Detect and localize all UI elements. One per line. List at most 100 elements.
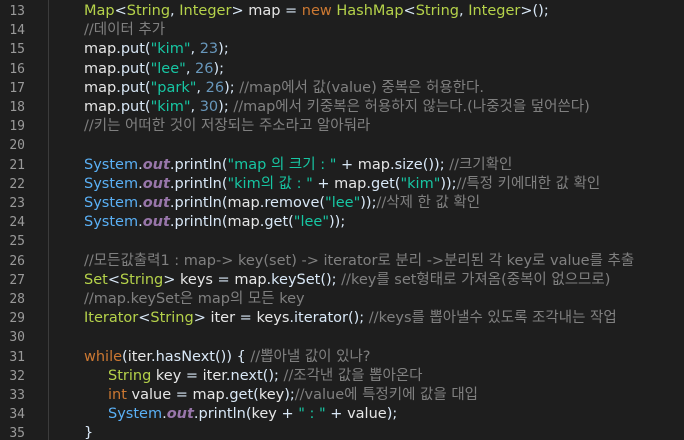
code-token: ()); bbox=[422, 156, 450, 173]
code-line[interactable]: 34 System.out.println(key + " : " + value… bbox=[0, 405, 684, 424]
line-number: 19 bbox=[9, 119, 25, 135]
code-token: < bbox=[138, 310, 151, 327]
code-line[interactable]: 32 String key = iter.next(); //조각낸 값을 뽑아온… bbox=[0, 367, 684, 386]
code-line[interactable]: 18 map.put("kim", 30); //map에서 키중복은 허용하지 … bbox=[0, 98, 684, 117]
code-line[interactable]: 29 Iterator<String> iter = keys.iterator(… bbox=[0, 309, 684, 328]
code-token: println bbox=[174, 214, 222, 231]
code-token: Iterator bbox=[84, 310, 139, 327]
code-text[interactable]: Set<String> keys = map.keySet(); //key를 … bbox=[84, 271, 610, 290]
code-token: next bbox=[230, 367, 263, 384]
code-text[interactable]: map.put("kim", 30); //map에서 키중복은 허용하지 않는… bbox=[84, 98, 590, 117]
code-token: System bbox=[108, 406, 163, 423]
code-token: put bbox=[120, 41, 145, 58]
code-line[interactable]: 25 bbox=[0, 232, 684, 251]
code-line[interactable]: 22 System.out.println("kim의 값 : " + map.g… bbox=[0, 175, 684, 194]
code-token: , bbox=[458, 3, 469, 19]
code-token: println bbox=[174, 175, 222, 192]
code-line[interactable]: 23 System.out.println(map.remove("lee"));… bbox=[0, 194, 684, 213]
code-text[interactable]: while(iter.hasNext()) { //뽑아낼 값이 있나? bbox=[84, 348, 371, 367]
code-token: 26 bbox=[195, 60, 214, 77]
code-token: "lee" bbox=[150, 60, 186, 77]
code-token: map bbox=[84, 41, 117, 58]
code-line[interactable]: 30 bbox=[0, 328, 684, 347]
code-line[interactable]: 33 int value = map.get(key);//value에 특정키에… bbox=[0, 386, 684, 405]
code-token: //key를 set형태로 가져옴(중복이 없으므로) bbox=[341, 271, 611, 288]
code-token: System bbox=[84, 195, 139, 211]
code-token: //조각낸 값을 뽑아온다 bbox=[283, 367, 423, 384]
line-number: 33 bbox=[9, 388, 25, 403]
code-editor[interactable]: 13 Map<String, Integer> map = new HashMap… bbox=[0, 0, 684, 440]
code-line[interactable]: 14 //데이터 추가 bbox=[0, 21, 684, 40]
code-token: , bbox=[170, 3, 180, 19]
code-text[interactable]: //데이터 추가 bbox=[84, 21, 165, 40]
code-line[interactable]: 17 map.put("park", 26); //map에서 값(value) … bbox=[0, 79, 684, 98]
line-number: 34 bbox=[9, 407, 25, 423]
code-token: 26 bbox=[205, 79, 225, 96]
code-line[interactable]: 24 System.out.println(map.get("lee")); bbox=[0, 213, 684, 232]
code-line[interactable]: 35} bbox=[0, 424, 684, 440]
line-number: 35 bbox=[9, 426, 25, 440]
code-token: ); bbox=[218, 99, 234, 115]
code-token: String bbox=[126, 3, 171, 19]
code-line[interactable]: 28 //map.keySet은 map의 모든 key bbox=[0, 290, 684, 309]
code-token: size bbox=[394, 156, 423, 173]
code-token: out bbox=[142, 195, 170, 211]
line-number: 15 bbox=[9, 42, 25, 58]
code-token: , bbox=[196, 79, 206, 96]
code-text[interactable]: Iterator<String> iter = keys.iterator();… bbox=[84, 309, 617, 328]
code-line[interactable]: 15 map.put("kim", 23); bbox=[0, 40, 684, 59]
code-text[interactable]: System.out.println(key + " : " + value); bbox=[108, 405, 397, 424]
line-number: 20 bbox=[9, 138, 25, 154]
code-text[interactable]: //map.keySet은 map의 모든 key bbox=[84, 290, 305, 309]
line-number: 21 bbox=[9, 157, 25, 173]
line-number: 22 bbox=[9, 176, 25, 192]
code-token: String bbox=[150, 310, 194, 327]
code-text[interactable]: map.put("kim", 23); bbox=[84, 40, 229, 59]
code-token: out bbox=[166, 406, 194, 423]
code-line[interactable]: 20 bbox=[0, 136, 684, 155]
code-token: = bbox=[181, 367, 203, 384]
code-token: System bbox=[84, 156, 139, 173]
code-line[interactable]: 13 Map<String, Integer> map = new HashMap… bbox=[0, 2, 684, 21]
code-token: map bbox=[227, 214, 260, 231]
code-token: "park" bbox=[150, 79, 197, 96]
code-token: Set bbox=[84, 271, 108, 288]
line-number: 26 bbox=[9, 253, 25, 269]
code-text[interactable]: Map<String, Integer> map = new HashMap<S… bbox=[84, 2, 549, 21]
code-token: iter bbox=[127, 348, 151, 365]
code-token: = bbox=[171, 387, 193, 403]
code-line[interactable]: 31 while(iter.hasNext()) { //뽑아낼 값이 있나? bbox=[0, 348, 684, 367]
code-token: put bbox=[120, 79, 145, 96]
code-text[interactable]: int value = map.get(key);//value에 특정키에 값… bbox=[108, 386, 478, 405]
code-line[interactable]: 21 System.out.println("map 의 크기 : " + map… bbox=[0, 156, 684, 175]
code-line[interactable]: 16 map.put("lee", 26); bbox=[0, 60, 684, 79]
line-number: 24 bbox=[9, 215, 25, 231]
code-text[interactable]: //모든값출력1 : map-> key(set) -> iterator로 분… bbox=[84, 252, 634, 271]
code-token: //크기확인 bbox=[449, 156, 513, 173]
code-token: "map 의 크기 : " bbox=[227, 156, 337, 173]
code-token: remove bbox=[264, 195, 320, 211]
code-line[interactable]: 27 Set<String> keys = map.keySet(); //key… bbox=[0, 271, 684, 290]
code-text[interactable]: map.put("park", 26); //map에서 값(value) 중복… bbox=[84, 79, 484, 98]
code-token: //value에 특정키에 값을 대입 bbox=[294, 387, 479, 403]
code-token: map bbox=[357, 156, 390, 173]
code-text[interactable]: String key = iter.next(); //조각낸 값을 뽑아온다 bbox=[108, 367, 423, 386]
code-text[interactable]: System.out.println(map.remove("lee"));//… bbox=[84, 194, 480, 213]
code-text[interactable]: System.out.println(map.get("lee")); bbox=[84, 213, 345, 232]
code-line[interactable]: 26 //모든값출력1 : map-> key(set) -> iterator로… bbox=[0, 252, 684, 271]
code-token: , bbox=[190, 41, 200, 58]
code-token: HashMap bbox=[336, 3, 404, 19]
code-text[interactable]: map.put("lee", 26); bbox=[84, 60, 224, 79]
line-number: 18 bbox=[9, 100, 25, 115]
code-token: hasNext bbox=[155, 348, 215, 365]
code-token: out bbox=[142, 156, 170, 173]
code-token: key bbox=[258, 387, 285, 403]
code-text[interactable]: System.out.println("map 의 크기 : " + map.s… bbox=[84, 156, 512, 175]
line-number: 28 bbox=[9, 292, 25, 307]
code-line[interactable]: 19 //키는 어떠한 것이 저장되는 주소라고 알아둬라 bbox=[0, 117, 684, 136]
code-text[interactable]: //키는 어떠한 것이 저장되는 주소라고 알아둬라 bbox=[84, 117, 370, 136]
code-text[interactable]: } bbox=[84, 424, 93, 440]
code-token: //특정 키에대한 값 확인 bbox=[456, 175, 601, 192]
code-token: ()) { bbox=[215, 348, 251, 365]
code-text[interactable]: System.out.println("kim의 값 : " + map.get… bbox=[84, 175, 600, 194]
